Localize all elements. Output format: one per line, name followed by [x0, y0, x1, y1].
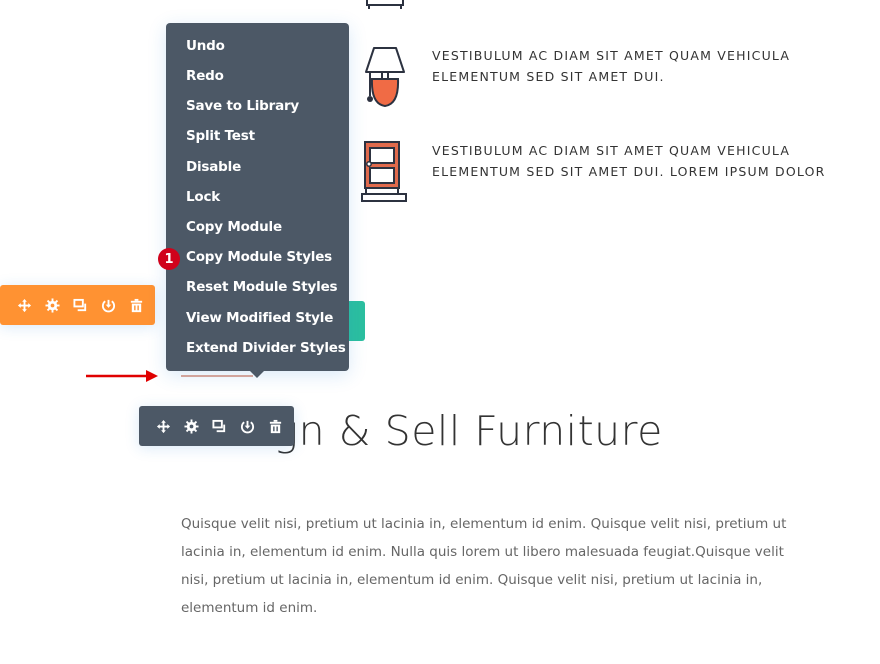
- menu-item-save-to-library[interactable]: Save to Library: [186, 98, 299, 114]
- menu-item-reset-module-styles[interactable]: Reset Module Styles: [186, 279, 338, 295]
- move-icon: [156, 419, 170, 433]
- module-toolbar: [139, 406, 294, 446]
- save-icon: [101, 299, 115, 312]
- delete-icon: [269, 419, 281, 433]
- settings-button[interactable]: [177, 406, 205, 446]
- body-paragraph: Quisque velit nisi, pretium ut lacinia i…: [181, 516, 787, 616]
- save-button[interactable]: [233, 406, 261, 446]
- context-menu: Undo Redo Save to Library Split Test Dis…: [166, 23, 349, 378]
- blurb-text-line: ELEMENTUM SED SIT AMET DUI. LOREM IPSUM …: [432, 164, 826, 179]
- menu-item-undo[interactable]: Undo: [186, 38, 225, 54]
- duplicate-icon: [211, 419, 225, 432]
- menu-caret: [250, 371, 264, 378]
- duplicate-icon: [72, 298, 86, 311]
- red-arrow-annotation: [86, 368, 160, 382]
- blurb-text-line: ELEMENTUM SED SIT AMET DUI.: [432, 69, 665, 84]
- move-icon: [17, 298, 31, 312]
- duplicate-button[interactable]: [66, 285, 94, 325]
- save-button[interactable]: [94, 285, 122, 325]
- menu-item-copy-module-styles[interactable]: Copy Module Styles: [186, 249, 332, 265]
- duplicate-button[interactable]: [205, 406, 233, 446]
- step-badge: 1: [158, 248, 180, 270]
- settings-icon: [44, 297, 60, 313]
- move-button[interactable]: [10, 285, 38, 325]
- door-icon: [360, 140, 410, 204]
- divider-line: [181, 375, 253, 377]
- settings-button[interactable]: [38, 285, 66, 325]
- bed-icon: [360, 0, 410, 10]
- menu-item-extend-divider-styles[interactable]: Extend Divider Styles: [186, 340, 346, 356]
- move-button[interactable]: [149, 406, 177, 446]
- delete-button[interactable]: [261, 406, 289, 446]
- lamp-icon: [358, 46, 408, 110]
- delete-icon: [130, 298, 142, 312]
- menu-item-copy-module[interactable]: Copy Module: [186, 219, 282, 235]
- blurb-text-door: VESTIBULUM AC DIAM SIT AMET QUAM VEHICUL…: [432, 140, 852, 182]
- menu-item-split-test[interactable]: Split Test: [186, 128, 255, 144]
- blurb-text-line: VESTIBULUM AC DIAM SIT AMET QUAM VEHICUL…: [432, 143, 791, 158]
- settings-icon: [183, 418, 199, 434]
- save-icon: [240, 420, 254, 433]
- menu-item-disable[interactable]: Disable: [186, 159, 241, 175]
- blurb-text-line: VESTIBULUM AC DIAM SIT AMET QUAM VEHICUL…: [432, 48, 791, 63]
- blurb-text-lamp: VESTIBULUM AC DIAM SIT AMET QUAM VEHICUL…: [432, 45, 852, 87]
- menu-item-lock[interactable]: Lock: [186, 189, 220, 205]
- menu-item-view-modified-style[interactable]: View Modified Style: [186, 310, 333, 326]
- row-toolbar: [0, 285, 155, 325]
- delete-button[interactable]: [122, 285, 150, 325]
- menu-item-redo[interactable]: Redo: [186, 68, 224, 84]
